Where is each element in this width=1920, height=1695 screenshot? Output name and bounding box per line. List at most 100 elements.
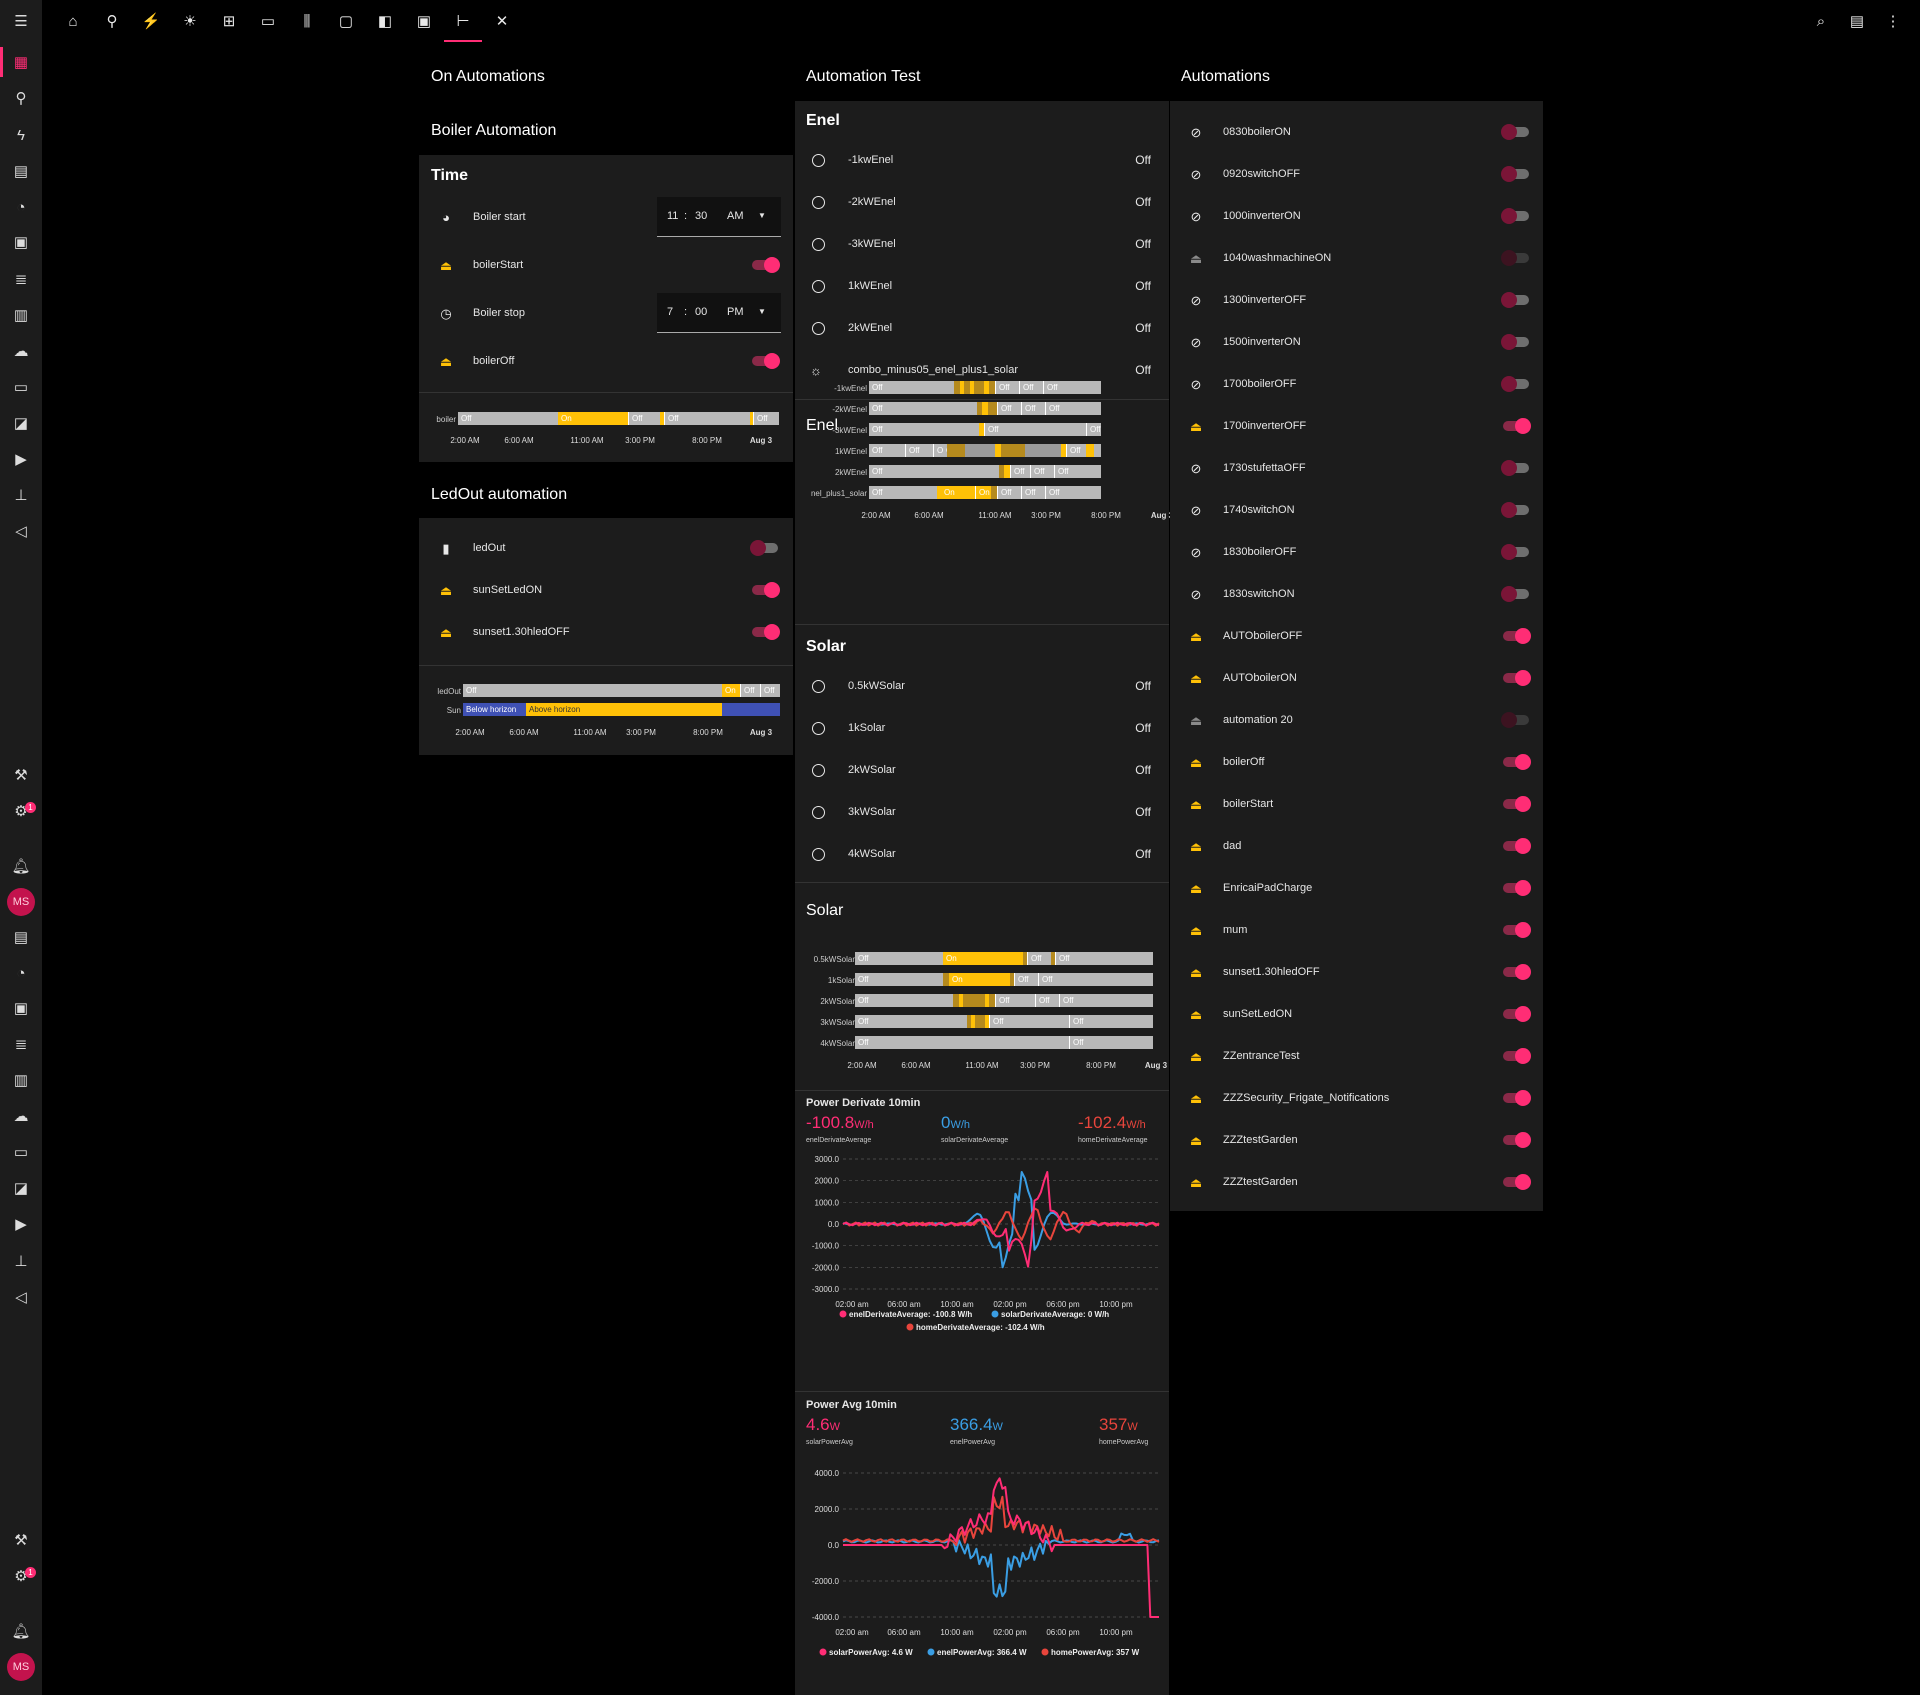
- chart-box-icon-2[interactable]: ▥: [9, 1069, 33, 1091]
- entity-state[interactable]: Off: [1111, 321, 1151, 335]
- sitemap-icon[interactable]: ⊢: [452, 11, 474, 31]
- automation-toggle[interactable]: [1503, 1174, 1531, 1190]
- sitemap-icon[interactable]: ⊥: [9, 484, 33, 506]
- automation-toggle[interactable]: [1501, 586, 1529, 602]
- entity-state[interactable]: Off: [1111, 805, 1151, 819]
- entity-state[interactable]: Off: [1111, 363, 1151, 377]
- gauge-icon[interactable]: ◔: [9, 196, 33, 218]
- stop-minute[interactable]: 00: [695, 306, 707, 318]
- automation-toggle[interactable]: [1503, 1132, 1531, 1148]
- entity-state[interactable]: Off: [1111, 237, 1151, 251]
- automation-toggle[interactable]: [1503, 1006, 1531, 1022]
- search-icon[interactable]: ⌕: [1810, 11, 1832, 31]
- gauge-icon-2[interactable]: ◔: [9, 962, 33, 984]
- cloud-icon[interactable]: ☁: [9, 340, 33, 362]
- switch-icon[interactable]: ◧: [374, 11, 396, 31]
- cloud-icon-2[interactable]: ☁: [9, 1105, 33, 1127]
- automation-toggle[interactable]: [1503, 1048, 1531, 1064]
- automation-toggle[interactable]: [1503, 922, 1531, 938]
- entity-state[interactable]: Off: [1111, 763, 1151, 777]
- bell-icon-2[interactable]: 🔔︎: [9, 1620, 33, 1642]
- entity-state[interactable]: Off: [1111, 195, 1151, 209]
- history-chart-icon-2[interactable]: ◪: [9, 1177, 33, 1199]
- automation-toggle[interactable]: [1503, 754, 1531, 770]
- chat-icon[interactable]: ▤: [1846, 11, 1868, 31]
- entity-state[interactable]: Off: [1111, 679, 1151, 693]
- media-icon[interactable]: ▶: [9, 448, 33, 470]
- automation-toggle[interactable]: [1501, 502, 1529, 518]
- menu-icon[interactable]: ☰: [9, 10, 33, 32]
- automation-name: 1740switchON: [1223, 504, 1295, 516]
- automation-toggle[interactable]: [1501, 292, 1529, 308]
- vscode-icon[interactable]: ◁: [9, 520, 33, 542]
- entity-state[interactable]: Off: [1111, 721, 1151, 735]
- store-icon-2[interactable]: ▭: [9, 1141, 33, 1163]
- boilerStart-toggle[interactable]: [752, 257, 780, 273]
- dashboard-icon[interactable]: ▦: [9, 51, 33, 73]
- tools-icon[interactable]: ✕: [491, 11, 513, 31]
- automation-toggle[interactable]: [1501, 712, 1529, 728]
- satellite-icon[interactable]: ⚲: [9, 87, 33, 109]
- hammer-icon[interactable]: ⚒: [9, 764, 33, 786]
- entity-state[interactable]: Off: [1111, 279, 1151, 293]
- automation-toggle[interactable]: [1503, 1090, 1531, 1106]
- stop-ampm[interactable]: PM: [727, 306, 744, 318]
- person-card-icon[interactable]: ▣: [9, 231, 33, 253]
- automation-toggle[interactable]: [1501, 250, 1529, 266]
- history-chart-icon[interactable]: ◪: [9, 412, 33, 434]
- stop-hour[interactable]: 7: [667, 306, 673, 318]
- tv-icon[interactable]: ▢: [335, 11, 357, 31]
- sitemap-icon-2[interactable]: ⊥: [9, 1250, 33, 1272]
- store-icon[interactable]: ▭: [9, 376, 33, 398]
- entity-state[interactable]: Off: [1111, 153, 1151, 167]
- chart-box-icon[interactable]: ▥: [9, 304, 33, 326]
- automation-toggle[interactable]: [1501, 208, 1529, 224]
- more-icon[interactable]: ⋮: [1882, 11, 1904, 31]
- boiler-stop-time-input[interactable]: 7 : 00 PM ▼: [657, 293, 781, 333]
- plug-icon[interactable]: ⚡: [140, 11, 162, 31]
- automation-toggle[interactable]: [1503, 418, 1531, 434]
- weather-icon[interactable]: ☀: [179, 11, 201, 31]
- automation-toggle[interactable]: [1503, 670, 1531, 686]
- list-icon-2[interactable]: ≣: [9, 1033, 33, 1055]
- automation-toggle[interactable]: [1501, 166, 1529, 182]
- avatar-2[interactable]: MS: [7, 1653, 35, 1681]
- automation-toggle[interactable]: [1501, 124, 1529, 140]
- person-card-icon-2[interactable]: ▣: [9, 997, 33, 1019]
- boilerOff-toggle[interactable]: [752, 353, 780, 369]
- start-ampm[interactable]: AM: [727, 210, 744, 222]
- list-icon[interactable]: ≣: [9, 268, 33, 290]
- start-minute[interactable]: 30: [695, 210, 707, 222]
- chevron-down-icon[interactable]: ▼: [758, 211, 766, 220]
- automation-toggle[interactable]: [1503, 838, 1531, 854]
- automation-toggle[interactable]: [1503, 796, 1531, 812]
- entity-state[interactable]: Off: [1111, 847, 1151, 861]
- automation-toggle[interactable]: [1503, 628, 1531, 644]
- home-icon[interactable]: ⌂: [62, 11, 84, 31]
- radiator-icon[interactable]: ⫼: [296, 11, 318, 31]
- automation-toggle[interactable]: [1503, 880, 1531, 896]
- logbook-icon[interactable]: ▤: [9, 160, 33, 182]
- media-icon-2[interactable]: ▶: [9, 1213, 33, 1235]
- hammer-icon-2[interactable]: ⚒: [9, 1529, 33, 1551]
- automation-toggle[interactable]: [1501, 376, 1529, 392]
- panel-icon[interactable]: ▣: [413, 11, 435, 31]
- boiler-start-time-input[interactable]: 11 : 30 AM ▼: [657, 197, 781, 237]
- bell-icon[interactable]: 🔔︎: [9, 855, 33, 877]
- satellite-icon[interactable]: ⚲: [101, 11, 123, 31]
- automation-toggle[interactable]: [1501, 544, 1529, 560]
- vscode-icon-2[interactable]: ◁: [9, 1286, 33, 1308]
- sunset1.30hledOFF-toggle[interactable]: [752, 624, 780, 640]
- ledOut-toggle[interactable]: [750, 540, 778, 556]
- laptop-icon[interactable]: ▭: [257, 11, 279, 31]
- automation-toggle[interactable]: [1503, 964, 1531, 980]
- avatar[interactable]: MS: [7, 888, 35, 916]
- chevron-down-icon[interactable]: ▼: [758, 307, 766, 316]
- energy-icon[interactable]: ϟ: [9, 124, 33, 146]
- start-hour[interactable]: 11: [667, 210, 678, 222]
- sunSetLedON-toggle[interactable]: [752, 582, 780, 598]
- automation-toggle[interactable]: [1501, 334, 1529, 350]
- logbook-icon-2[interactable]: ▤: [9, 926, 33, 948]
- automation-toggle[interactable]: [1501, 460, 1529, 476]
- network-icon[interactable]: ⊞: [218, 11, 240, 31]
